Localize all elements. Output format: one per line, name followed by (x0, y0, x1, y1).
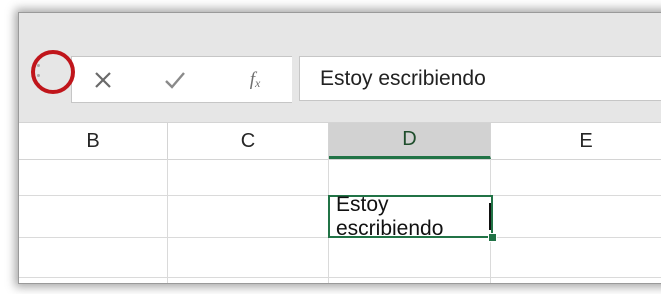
text-caret (489, 203, 491, 230)
fill-handle[interactable] (488, 233, 497, 242)
checkmark-icon (165, 71, 185, 89)
enter-button[interactable] (150, 57, 200, 102)
excel-window: fx Estoy escribiendo B C D E Estoy escri… (18, 12, 661, 284)
cancel-button[interactable] (78, 57, 128, 102)
fx-x: x (254, 75, 261, 90)
column-header-e[interactable]: E (491, 123, 661, 159)
cell-text: Estoy escribiendo (336, 192, 444, 240)
gridline (167, 159, 168, 283)
cell-grid[interactable]: Estoy escribiendo (19, 159, 661, 283)
formula-input[interactable]: Estoy escribiendo (299, 56, 661, 101)
close-icon (95, 71, 111, 88)
gridline (19, 277, 661, 278)
column-header-c[interactable]: C (168, 123, 329, 159)
formula-bar: fx Estoy escribiendo (19, 13, 661, 122)
column-headers: B C D E (19, 122, 661, 160)
column-header-b[interactable]: B (19, 123, 168, 159)
formula-button-group: fx (71, 56, 292, 103)
insert-function-button[interactable]: fx (230, 57, 280, 102)
column-header-d[interactable]: D (329, 123, 491, 159)
drag-grip-icon[interactable] (37, 64, 40, 86)
active-cell-d[interactable]: Estoy escribiendo (328, 192, 493, 240)
function-icon: fx (250, 69, 261, 91)
formula-text: Estoy escribiendo (320, 66, 486, 90)
